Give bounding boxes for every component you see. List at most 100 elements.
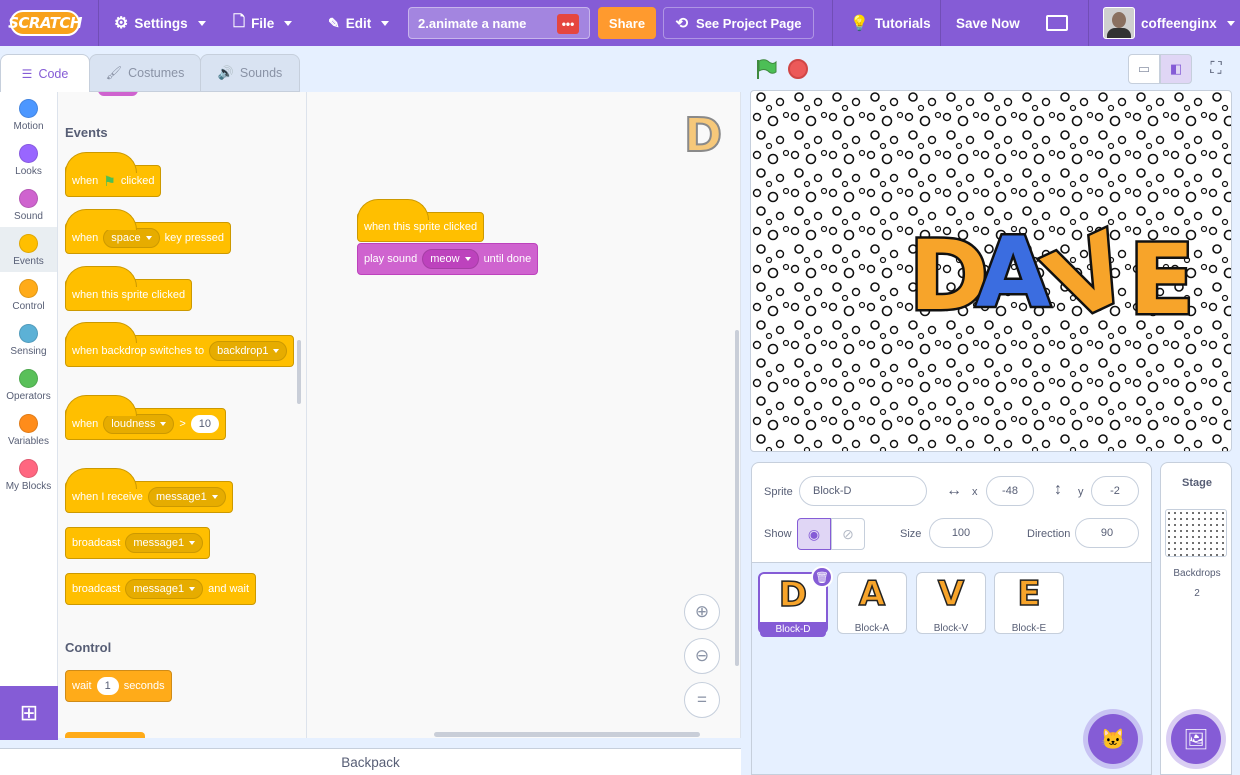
script-vertical-scrollbar[interactable] [735,330,739,666]
zoom-in-button[interactable]: ⊕ [684,594,720,630]
zoom-in-icon: ⊕ [694,602,710,621]
small-stage-button[interactable]: ▭ [1128,54,1160,84]
block-text: and wait [208,583,250,595]
palette-scrollbar[interactable] [297,340,301,404]
extension-icon: ⊞ [19,700,39,725]
number-input[interactable]: 1 [96,677,119,695]
hide-sprite-button[interactable]: ⊘ [831,518,865,550]
share-button[interactable]: Share [598,7,656,39]
large-stage-button[interactable]: ◧ [1160,54,1192,84]
x-input[interactable]: -48 [986,476,1034,506]
sprite-tile-name: Block-D [760,622,826,637]
category-looks[interactable]: Looks [0,137,57,182]
speaker-icon: 🔊 [217,65,234,80]
sensor-dropdown[interactable]: loudness [103,414,175,434]
script-area[interactable] [307,92,741,738]
fullscreen-button[interactable]: ⛶ [1200,54,1232,84]
motion-color-dot [19,99,38,118]
message-dropdown[interactable]: message1 [125,579,204,599]
see-project-page-button[interactable]: ⟲ See Project Page [663,7,814,39]
my-stuff-button[interactable] [1046,0,1068,46]
events-header: Events [65,125,108,140]
green-flag-icon [757,59,777,79]
key-dropdown[interactable]: space [103,228,160,248]
sprite-name-input[interactable]: Block-D [799,476,927,506]
delete-sprite-button[interactable]: 🗑 [811,566,833,588]
tab-code[interactable]: ☰ Code [0,54,90,93]
sound-dropdown[interactable]: meow [422,249,479,269]
reset-zoom-button[interactable]: = [684,682,720,718]
see-project-label: See Project Page [696,15,802,31]
menu-divider [1088,0,1089,46]
category-events[interactable]: Events [0,227,57,272]
add-extension-button[interactable]: ⊞ [0,686,58,740]
add-sprite-button[interactable]: 🐱 [1088,714,1138,764]
block-text: when this sprite clicked [72,289,186,301]
sprite-tile-block-v[interactable]: V Block-V [916,572,986,634]
message-dropdown[interactable]: message1 [125,533,204,553]
when-sprite-clicked-block[interactable]: when this sprite clicked [65,266,193,311]
sprite-tile-block-a[interactable]: A Block-A [837,572,907,634]
control-block-fragment[interactable] [65,732,145,738]
number-input[interactable]: 10 [190,415,220,433]
block-text: seconds [123,680,165,692]
gear-icon: ⚙ [114,15,129,32]
backdrop-thumbnail [1165,509,1227,557]
stage-target-title: Stage [1182,477,1212,489]
zoom-out-button[interactable]: ⊖ [684,638,720,674]
size-input[interactable]: 100 [929,518,993,548]
when-key-pressed-block[interactable]: when space key pressed [65,209,231,254]
chevron-down-icon [189,587,196,591]
file-menu[interactable]: 🗋 File [233,0,293,46]
script-horizontal-scrollbar[interactable] [434,732,700,737]
tab-costumes[interactable]: 🖌 Costumes [89,54,201,92]
category-variables[interactable]: Variables [0,407,57,452]
green-flag-icon: ⚑ [103,172,116,189]
block-text: play sound [364,253,418,265]
account-menu[interactable]: coffeenginx [1103,0,1235,46]
script-play-sound-until-done[interactable]: play sound meow until done [357,243,539,275]
stop-button[interactable] [788,59,808,79]
add-backdrop-button[interactable]: 🖼 [1171,714,1221,764]
backpack[interactable]: Backpack [0,748,741,775]
chevron-down-icon [381,20,390,26]
category-label: Motion [13,121,44,132]
settings-menu[interactable]: ⚙ Settings [114,0,206,46]
stage[interactable]: D A V E [750,90,1232,452]
backdrop-dropdown[interactable]: backdrop1 [209,341,288,361]
tutorials-button[interactable]: 💡 Tutorials [850,0,931,46]
category-sound[interactable]: Sound [0,182,57,227]
category-operators[interactable]: Operators [0,362,57,407]
show-sprite-button[interactable]: ◉ [797,518,831,550]
project-title-input[interactable]: 2.animate a name ••• [408,7,590,39]
category-sensing[interactable]: Sensing [0,317,57,362]
when-i-receive-block[interactable]: when I receive message1 [65,468,233,513]
sprite-tile-block-e[interactable]: E Block-E [994,572,1064,634]
show-label: Show [764,528,792,540]
more-icon[interactable]: ••• [557,14,579,34]
when-loudness-block[interactable]: when loudness > 10 [65,395,227,440]
broadcast-block[interactable]: broadcast message1 [65,527,211,559]
broadcast-and-wait-block[interactable]: broadcast message1 and wait [65,573,257,605]
sound-block-fragment[interactable] [98,92,138,96]
wait-seconds-block[interactable]: wait 1 seconds [65,670,172,702]
brush-icon: 🖌 [105,65,123,80]
script-when-sprite-clicked[interactable]: when this sprite clicked [357,199,485,242]
category-motion[interactable]: Motion [0,92,57,137]
dropdown-value: message1 [155,491,207,503]
edit-menu[interactable]: ✎ Edit [328,0,390,46]
category-control[interactable]: Control [0,272,57,317]
scratch-logo[interactable]: SCRATCH [8,10,82,36]
tab-sounds[interactable]: 🔊 Sounds [200,54,300,92]
message-dropdown[interactable]: message1 [147,487,226,507]
save-now-button[interactable]: Save Now [956,0,1020,46]
looks-color-dot [19,144,38,163]
green-flag-button[interactable] [755,58,777,80]
menu-divider [832,0,833,46]
direction-input[interactable]: 90 [1075,518,1139,548]
when-backdrop-switches-block[interactable]: when backdrop switches to backdrop1 [65,322,295,367]
y-input[interactable]: -2 [1091,476,1139,506]
when-flag-clicked-block[interactable]: when ⚑ clicked [65,152,162,197]
category-my-blocks[interactable]: My Blocks [0,452,57,497]
project-title-text: 2.animate a name [418,15,527,31]
